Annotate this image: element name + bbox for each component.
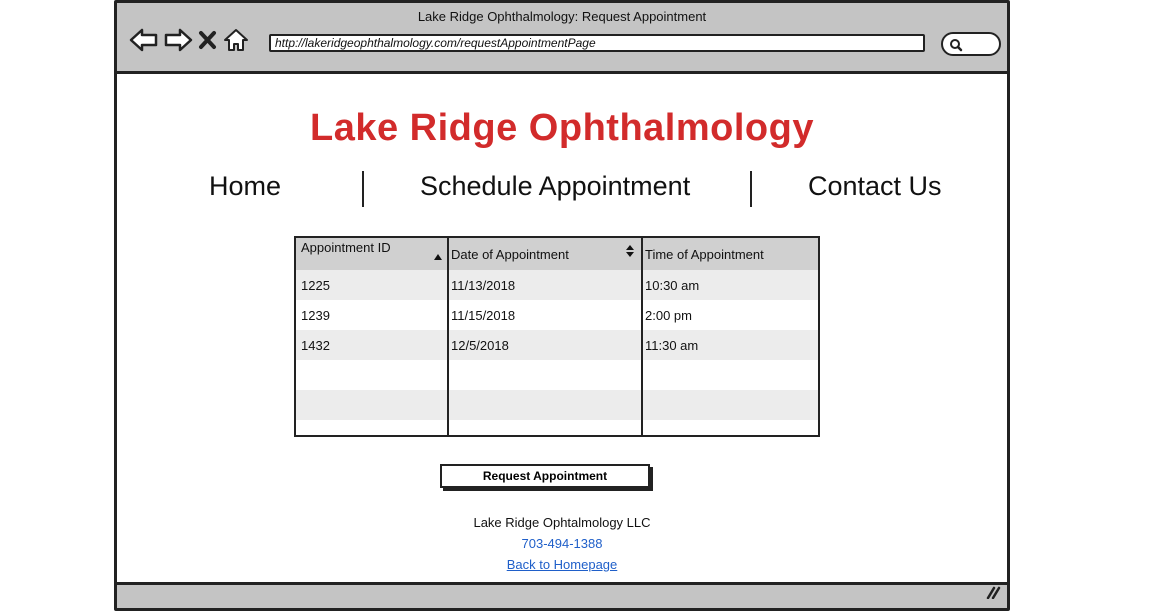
browser-statusbar xyxy=(117,582,1007,608)
resize-grip-icon[interactable] xyxy=(985,585,1001,604)
column-divider xyxy=(641,238,643,435)
cell-time: 11:30 am xyxy=(645,338,699,353)
footer-company-name: Lake Ridge Ophtalmology LLC xyxy=(473,515,651,530)
nav-contact-us[interactable]: Contact Us xyxy=(808,171,942,202)
cell-time: 2:00 pm xyxy=(645,308,692,323)
nav-home[interactable]: Home xyxy=(209,171,281,202)
close-x-icon[interactable] xyxy=(197,27,219,53)
table-row[interactable] xyxy=(296,270,818,300)
forward-arrow-icon[interactable] xyxy=(163,27,193,53)
cell-appointment-id: 1239 xyxy=(301,308,330,323)
request-appointment-button[interactable]: Request Appointment xyxy=(440,464,650,488)
back-arrow-icon[interactable] xyxy=(129,27,159,53)
back-to-homepage-link[interactable]: Back to Homepage xyxy=(117,557,1007,572)
column-header-date[interactable]: Date of Appointment xyxy=(451,247,569,262)
table-row-empty[interactable] xyxy=(296,360,818,390)
cell-date: 11/13/2018 xyxy=(451,278,516,293)
nav-divider xyxy=(362,171,364,207)
cell-time: 10:30 am xyxy=(645,278,700,293)
browser-titlebar: Lake Ridge Ophthalmology: Request Appoin… xyxy=(117,3,1007,74)
cell-date: 12/5/2018 xyxy=(451,338,509,353)
sort-both-icon[interactable] xyxy=(625,244,635,263)
column-header-time[interactable]: Time of Appointment xyxy=(645,247,764,262)
table-row[interactable] xyxy=(296,330,818,360)
cell-appointment-id: 1432 xyxy=(301,338,330,353)
home-icon[interactable] xyxy=(223,27,249,53)
table-row-empty[interactable] xyxy=(296,390,818,420)
column-header-appointment-id[interactable]: Appointment ID xyxy=(301,240,391,255)
address-bar[interactable]: http://lakeridgeophthalmology.com/reques… xyxy=(269,34,925,52)
nav-schedule-appointment[interactable]: Schedule Appointment xyxy=(420,171,690,202)
table-row[interactable] xyxy=(296,300,818,330)
footer-phone-number: 703-494-1388 xyxy=(521,536,603,551)
sort-ascending-icon[interactable] xyxy=(433,248,443,266)
appointments-table: Appointment ID Date of Appointment Time … xyxy=(294,236,820,437)
site-title: Lake Ridge Ophthalmology xyxy=(310,107,814,149)
nav-divider xyxy=(750,171,752,207)
window-title: Lake Ridge Ophthalmology: Request Appoin… xyxy=(417,9,707,24)
cell-date: 11/15/2018 xyxy=(451,308,516,323)
column-divider xyxy=(447,238,449,435)
browser-window: Lake Ridge Ophthalmology: Request Appoin… xyxy=(114,0,1010,611)
cell-appointment-id: 1225 xyxy=(301,278,330,293)
browser-search-button[interactable] xyxy=(941,32,1001,56)
browser-nav-controls xyxy=(129,27,249,53)
